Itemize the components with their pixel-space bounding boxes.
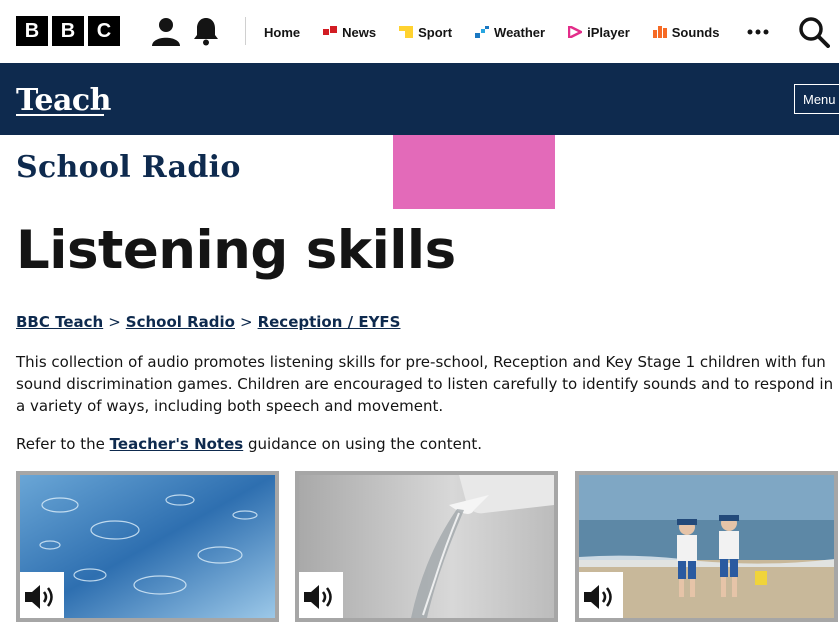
speaker-icon: [304, 585, 332, 609]
page-title: Listening skills: [16, 220, 456, 281]
nav-item-label: Weather: [494, 24, 546, 40]
nav-item-label: News: [342, 24, 377, 40]
play-audio-button[interactable]: [579, 572, 623, 618]
news-icon: [323, 26, 338, 35]
nav-item-sport[interactable]: Sport: [399, 22, 452, 42]
header-divider: [245, 17, 246, 45]
nav-item-label: Sport: [418, 24, 453, 40]
nav-item-label: Home: [264, 24, 301, 40]
nav-item-news[interactable]: News: [323, 22, 376, 42]
teachers-notes-link[interactable]: Teacher's Notes: [110, 435, 244, 453]
breadcrumb-link[interactable]: Reception / EYFS: [258, 313, 401, 331]
nav-item-iplayer[interactable]: iPlayer: [568, 22, 630, 42]
nav-item-label: Sounds: [671, 24, 720, 40]
breadcrumb-separator: >: [240, 313, 253, 331]
teach-logo[interactable]: Teach: [16, 83, 112, 118]
breadcrumb-link[interactable]: School Radio: [126, 313, 235, 331]
bbc-logo-letter: B: [16, 16, 48, 46]
breadcrumb: BBC Teach > School Radio > Reception / EYFS: [16, 313, 400, 331]
breadcrumb-link[interactable]: BBC Teach: [16, 313, 103, 331]
breadcrumb-separator: >: [108, 313, 121, 331]
notifications-bell-icon[interactable]: [192, 16, 220, 46]
sport-icon: [399, 26, 414, 38]
menu-button[interactable]: Menu: [794, 84, 839, 114]
bbc-logo[interactable]: B B C: [16, 16, 120, 46]
banner-accent-block: [393, 135, 555, 209]
audio-card-rain[interactable]: [16, 471, 279, 622]
iplayer-icon: [568, 26, 583, 38]
nav-item-weather[interactable]: Weather: [475, 22, 545, 42]
section-title[interactable]: School Radio: [16, 150, 241, 185]
play-audio-button[interactable]: [299, 572, 343, 618]
audio-card-beach[interactable]: [575, 471, 838, 622]
nav-item-sounds[interactable]: Sounds: [652, 22, 720, 42]
global-nav: Home News Sport Weather iPlayer Sounds: [264, 22, 742, 42]
bbc-global-header: B B C Home News Sport Weather iPlayer So…: [0, 0, 839, 64]
sounds-icon: [652, 26, 667, 38]
refer-suffix: guidance on using the content.: [248, 435, 482, 453]
nav-item-label: iPlayer: [587, 24, 630, 40]
teach-header: Teach Menu: [0, 63, 839, 135]
bbc-logo-letter: B: [52, 16, 84, 46]
nav-item-home[interactable]: Home: [264, 22, 300, 42]
teacher-notes-paragraph: Refer to the Teacher's Notes guidance on…: [16, 433, 482, 455]
speaker-icon: [25, 585, 53, 609]
speaker-icon: [584, 585, 612, 609]
intro-paragraph: This collection of audio promotes listen…: [16, 353, 834, 415]
search-icon[interactable]: [798, 16, 830, 48]
audio-card-tap[interactable]: [295, 471, 558, 622]
play-audio-button[interactable]: [20, 572, 64, 618]
bbc-logo-letter: C: [88, 16, 120, 46]
weather-icon: [475, 26, 490, 38]
account-icon[interactable]: [151, 16, 181, 46]
more-menu-icon[interactable]: [747, 22, 769, 42]
refer-prefix: Refer to the: [16, 435, 105, 453]
